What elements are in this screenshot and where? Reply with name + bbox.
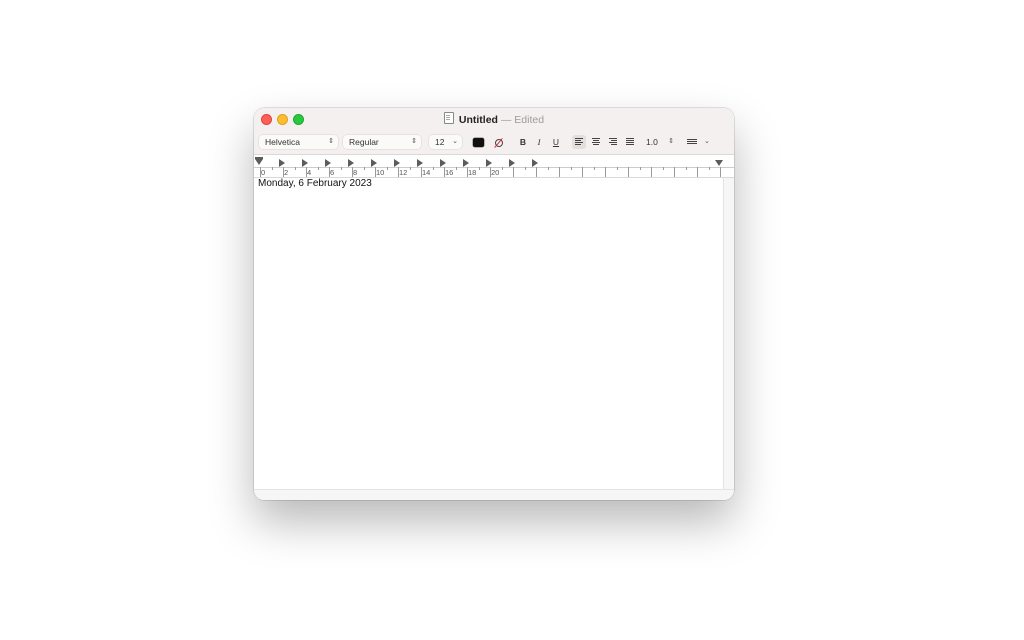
tab-stop-marker[interactable]	[371, 159, 377, 167]
ruler-tick	[294, 167, 296, 170]
document-text[interactable]: Monday, 6 February 2023	[258, 178, 372, 190]
window-title: Untitled — Edited	[254, 112, 734, 126]
document-page[interactable]: Monday, 6 February 2023	[254, 178, 724, 488]
chevron-down-icon: ⌄	[452, 138, 458, 145]
ruler-tick	[685, 167, 687, 170]
underline-button[interactable]: U	[551, 135, 561, 149]
background-color-well[interactable]	[493, 138, 504, 147]
ruler-tick	[570, 167, 572, 170]
font-size-value: 12	[435, 137, 445, 147]
ruler-tick	[340, 167, 342, 170]
tab-stop-marker[interactable]	[463, 159, 469, 167]
tab-stop-marker[interactable]	[509, 159, 515, 167]
font-size-combo[interactable]: 12 ⌄	[429, 135, 462, 149]
horizontal-scrollbar[interactable]	[254, 489, 734, 500]
tab-stop-marker[interactable]	[279, 159, 285, 167]
tab-stop-marker[interactable]	[302, 159, 308, 167]
ruler-tick	[363, 167, 365, 170]
ruler[interactable]: 0 2 4 6 8 10 12 14 16 18 20	[254, 154, 734, 178]
bullet-list-icon	[687, 139, 697, 145]
ruler-tick	[582, 167, 583, 177]
tab-stop-marker[interactable]	[394, 159, 400, 167]
ruler-label: 8	[353, 168, 358, 177]
tab-stop-marker[interactable]	[325, 159, 331, 167]
italic-button[interactable]: I	[534, 135, 544, 149]
ruler-tick	[605, 167, 606, 177]
ruler-tick	[697, 167, 698, 177]
ruler-tick	[674, 167, 675, 177]
bold-button[interactable]: B	[518, 135, 528, 149]
title-bar[interactable]: Untitled — Edited	[254, 108, 734, 130]
font-style-popup[interactable]: Regular ⇕	[343, 135, 421, 149]
ruler-tick	[708, 167, 710, 170]
ruler-tick	[536, 167, 537, 177]
line-spacing-popup[interactable]: 1.0 ⇕	[646, 135, 676, 149]
align-left-icon	[575, 138, 583, 139]
list-style-popup[interactable]: ⌄	[685, 135, 713, 149]
align-right-button[interactable]	[606, 135, 620, 149]
justify-icon	[626, 138, 634, 139]
align-left-button[interactable]	[572, 135, 586, 149]
font-style-value: Regular	[349, 137, 379, 147]
ruler-label: 20	[491, 168, 500, 177]
ruler-tick	[651, 167, 652, 177]
ruler-label: 6	[330, 168, 335, 177]
ruler-tick	[513, 167, 514, 177]
ruler-tick	[271, 167, 273, 170]
ruler-label: 4	[307, 168, 312, 177]
align-center-button[interactable]	[589, 135, 603, 149]
ruler-tick	[720, 167, 721, 177]
vertical-scrollbar[interactable]	[723, 178, 734, 490]
line-spacing-value: 1.0	[646, 137, 658, 147]
text-color-well[interactable]	[473, 138, 484, 147]
ruler-tick	[662, 167, 664, 170]
ruler-tick	[639, 167, 641, 170]
tab-stop-marker[interactable]	[348, 159, 354, 167]
ruler-tick	[317, 167, 319, 170]
tab-stop-marker[interactable]	[440, 159, 446, 167]
align-right-icon	[609, 138, 617, 139]
font-family-popup[interactable]: Helvetica ⇕	[259, 135, 338, 149]
right-indent-marker[interactable]	[715, 160, 723, 166]
tab-stop-marker[interactable]	[417, 159, 423, 167]
tab-stop-marker[interactable]	[532, 159, 538, 167]
updown-chevron-icon: ⇕	[411, 138, 417, 145]
document-icon[interactable]	[443, 112, 454, 124]
ruler-tick	[547, 167, 549, 170]
ruler-tick	[478, 167, 480, 170]
ruler-label: 16	[445, 168, 454, 177]
ruler-tick	[386, 167, 388, 170]
updown-chevron-icon: ⇕	[328, 138, 334, 145]
chevron-down-icon: ⌄	[704, 138, 710, 145]
ruler-label: 18	[468, 168, 477, 177]
ruler-label: 10	[376, 168, 385, 177]
ruler-tick	[501, 167, 503, 170]
ruler-tick	[455, 167, 457, 170]
ruler-label: 2	[284, 168, 289, 177]
ruler-label: 14	[422, 168, 431, 177]
ruler-tick	[409, 167, 411, 170]
ruler-tick	[616, 167, 618, 170]
align-center-icon	[592, 138, 600, 139]
textedit-window: Untitled — Edited Helvetica ⇕ Regular ⇕ …	[254, 108, 734, 500]
font-family-value: Helvetica	[265, 137, 300, 147]
ruler-tick	[524, 167, 526, 170]
edited-status: — Edited	[500, 114, 545, 126]
justify-button[interactable]	[623, 135, 637, 149]
document-name[interactable]: Untitled	[459, 114, 498, 126]
ruler-tick	[432, 167, 434, 170]
ruler-tick	[593, 167, 595, 170]
tab-stop-marker[interactable]	[486, 159, 492, 167]
ruler-label: 0	[261, 168, 266, 177]
ruler-tick	[628, 167, 629, 177]
updown-chevron-icon: ⇕	[668, 138, 674, 145]
ruler-tick	[559, 167, 560, 177]
format-toolbar: Helvetica ⇕ Regular ⇕ 12 ⌄ B I U 1.0 ⇕ ⌄	[254, 130, 734, 154]
left-indent-marker[interactable]	[255, 159, 263, 165]
ruler-label: 12	[399, 168, 408, 177]
